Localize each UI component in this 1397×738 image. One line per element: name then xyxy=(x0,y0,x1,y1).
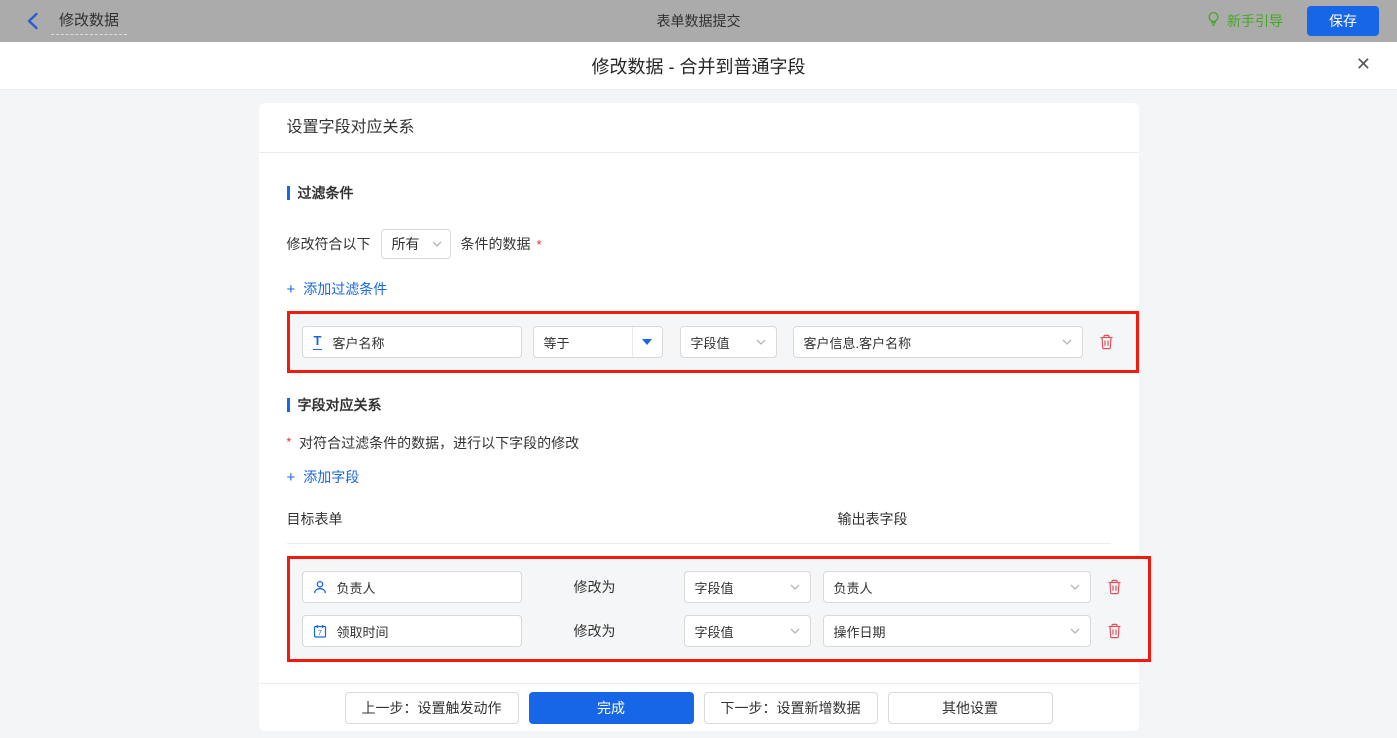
other-settings-button[interactable]: 其他设置 xyxy=(887,691,1053,724)
add-field-link[interactable]: + 添加字段 xyxy=(287,467,360,487)
action-label: 修改为 xyxy=(573,579,616,595)
output-field-select[interactable]: 负责人 xyxy=(822,571,1091,603)
trash-icon xyxy=(1108,623,1120,639)
chevron-down-icon xyxy=(790,584,799,590)
match-suffix-label: 条件的数据 xyxy=(460,236,531,252)
trash-icon xyxy=(1108,579,1120,595)
chevron-down-icon xyxy=(790,628,799,634)
modal-header: 修改数据 - 合并到普通字段 ✕ xyxy=(0,42,1397,90)
annotation-box-mapping: 负责人 修改为 字段值 负责人 7 领取时间 修改为 字段值 操作日期 xyxy=(286,556,1151,662)
filter-section-label: 过滤条件 xyxy=(297,185,354,201)
back-chevron-icon xyxy=(26,12,39,30)
section-accent-bar xyxy=(286,186,290,200)
chevron-down-icon xyxy=(1070,628,1079,634)
triangle-down-icon xyxy=(642,339,652,345)
next-step-button[interactable]: 下一步：设置新增数据 xyxy=(703,691,878,724)
delete-condition-button[interactable] xyxy=(1099,334,1114,350)
operator-select[interactable]: 等于 xyxy=(532,326,663,358)
done-button[interactable]: 完成 xyxy=(528,691,694,724)
filter-field-input[interactable]: T 客户名称 xyxy=(301,326,522,358)
back-button[interactable]: 修改数据 xyxy=(26,0,128,42)
value-type-value: 字段值 xyxy=(690,335,730,351)
prev-step-button[interactable]: 上一步：设置触发动作 xyxy=(344,691,519,724)
lightbulb-icon xyxy=(1206,11,1221,31)
delete-mapping-button[interactable] xyxy=(1107,623,1122,639)
target-field-value: 领取时间 xyxy=(336,624,389,640)
add-filter-condition-link[interactable]: + 添加过滤条件 xyxy=(287,279,388,299)
target-field-value: 负责人 xyxy=(336,580,376,596)
close-icon[interactable]: ✕ xyxy=(1356,55,1371,73)
match-mode-value: 所有 xyxy=(391,236,420,252)
mapping-row: 7 领取时间 修改为 字段值 操作日期 xyxy=(301,615,1136,647)
annotation-box-filter: T 客户名称 等于 字段值 客户信息.客户名称 xyxy=(286,311,1139,373)
match-prefix-label: 修改符合以下 xyxy=(286,236,371,252)
calendar-icon: 7 xyxy=(313,625,326,638)
topbar-actions: 新手引导 保存 xyxy=(1206,6,1379,36)
plus-icon: + xyxy=(286,468,296,486)
chevron-down-icon xyxy=(1070,584,1079,590)
target-form-column-header: 目标表单 xyxy=(286,511,343,527)
operator-dropdown-button[interactable] xyxy=(631,327,662,357)
chevron-down-icon xyxy=(756,339,765,345)
trash-icon xyxy=(1100,334,1112,350)
svg-text:7: 7 xyxy=(318,630,322,637)
mapping-section-title: 字段对应关系 xyxy=(286,395,1111,415)
filter-rows-panel: T 客户名称 等于 字段值 客户信息.客户名称 xyxy=(289,314,1136,370)
filter-value: 客户信息.客户名称 xyxy=(803,335,912,351)
mapping-section-label: 字段对应关系 xyxy=(297,397,382,413)
workflow-node-title[interactable]: 修改数据 xyxy=(51,7,128,35)
match-condition-row: 修改符合以下 所有 条件的数据 * xyxy=(287,229,1111,259)
value-type-select[interactable]: 字段值 xyxy=(683,571,811,603)
filter-condition-row: T 客户名称 等于 字段值 客户信息.客户名称 xyxy=(301,326,1124,358)
modal-title: 修改数据 - 合并到普通字段 xyxy=(591,56,806,77)
chevron-down-icon xyxy=(1062,339,1071,345)
mapping-description-row: * 对符合过滤条件的数据，进行以下字段的修改 xyxy=(287,433,1111,453)
add-field-label: 添加字段 xyxy=(303,469,360,485)
settings-card: 设置字段对应关系 过滤条件 修改符合以下 所有 条件的数据 * + 添加过滤条件 xyxy=(258,103,1151,731)
mapping-row: 负责人 修改为 字段值 负责人 xyxy=(301,571,1136,603)
form-title: 表单数据提交 xyxy=(656,13,741,29)
match-mode-select[interactable]: 所有 xyxy=(380,229,451,259)
user-icon xyxy=(313,580,326,594)
required-mark: * xyxy=(286,435,292,449)
beginner-guide-label: 新手引导 xyxy=(1227,13,1283,29)
output-field-value: 负责人 xyxy=(833,580,873,596)
filter-field-value: 客户名称 xyxy=(332,335,385,351)
value-type-select[interactable]: 字段值 xyxy=(683,615,811,647)
target-field-input[interactable]: 负责人 xyxy=(301,571,522,603)
mapping-column-headers: 目标表单 输出表字段 xyxy=(286,509,1111,544)
mapping-description: 对符合过滤条件的数据，进行以下字段的修改 xyxy=(299,435,580,451)
operator-value: 等于 xyxy=(543,335,570,351)
section-accent-bar xyxy=(286,398,290,412)
topbar: 修改数据 表单数据提交 新手引导 保存 xyxy=(0,0,1397,42)
output-field-value: 操作日期 xyxy=(833,624,886,640)
required-mark: * xyxy=(536,236,542,252)
target-field-input[interactable]: 7 领取时间 xyxy=(301,615,522,647)
card-header-title: 设置字段对应关系 xyxy=(258,103,1139,153)
chevron-down-icon xyxy=(432,241,441,247)
action-label: 修改为 xyxy=(573,623,616,639)
plus-icon: + xyxy=(286,280,296,298)
output-field-select[interactable]: 操作日期 xyxy=(822,615,1091,647)
save-button[interactable]: 保存 xyxy=(1307,6,1379,36)
card-content: 过滤条件 修改符合以下 所有 条件的数据 * + 添加过滤条件 T 客户名称 等… xyxy=(259,153,1151,683)
output-field-column-header: 输出表字段 xyxy=(837,511,908,527)
filter-section-title: 过滤条件 xyxy=(286,183,1111,203)
beginner-guide-link[interactable]: 新手引导 xyxy=(1206,11,1283,31)
value-type-value: 字段值 xyxy=(694,580,734,596)
add-filter-condition-label: 添加过滤条件 xyxy=(303,281,388,297)
card-footer: 上一步：设置触发动作 完成 下一步：设置新增数据 其他设置 xyxy=(258,683,1139,731)
value-type-value: 字段值 xyxy=(694,624,734,640)
delete-mapping-button[interactable] xyxy=(1107,579,1122,595)
mapping-rows-panel: 负责人 修改为 字段值 负责人 7 领取时间 修改为 字段值 操作日期 xyxy=(289,559,1148,659)
text-field-icon: T xyxy=(312,333,323,350)
filter-value-select[interactable]: 客户信息.客户名称 xyxy=(792,326,1083,358)
value-type-select[interactable]: 字段值 xyxy=(679,326,777,358)
